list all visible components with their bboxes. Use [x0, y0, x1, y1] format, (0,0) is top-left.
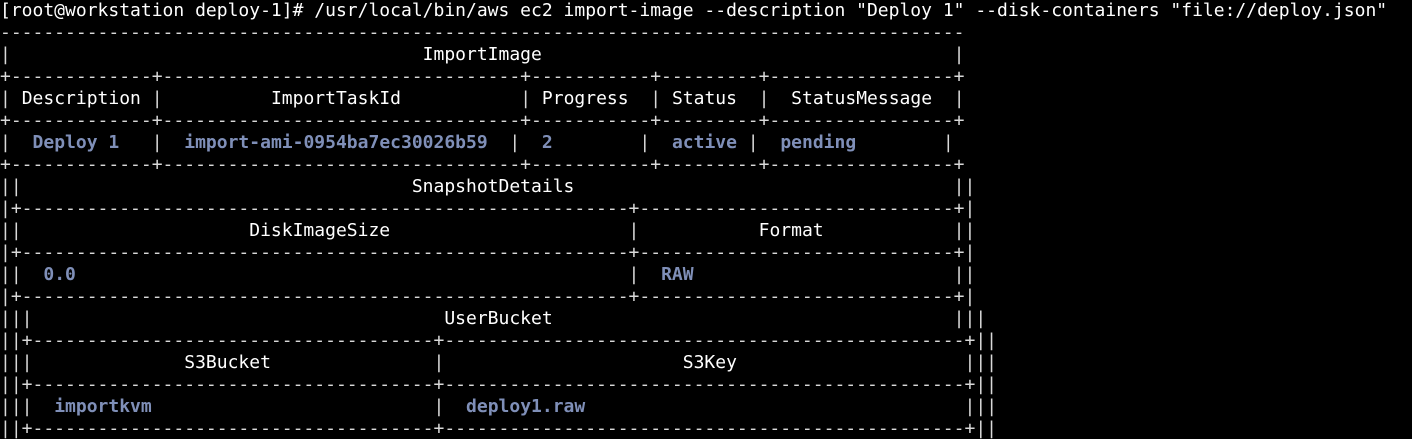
header-disk-image-size: DiskImageSize [249, 220, 391, 241]
user-bucket-title: UserBucket [444, 308, 553, 329]
table-border: +-------------+-------------------------… [0, 154, 965, 175]
header-description: Description [21, 88, 141, 109]
import-image-title: ImportImage [422, 44, 542, 65]
import-task-id-value: import-ami-0954ba7ec30026b59 [184, 132, 488, 153]
table-border: +-------------+-------------------------… [0, 110, 965, 131]
s3-key-value: deploy1.raw [466, 396, 586, 417]
status-value: active [671, 132, 737, 153]
header-import-task-id: ImportTaskId [270, 88, 401, 109]
command-line: [root@workstation deploy-1]# /usr/local/… [0, 0, 1412, 22]
aws-command: /usr/local/bin/aws ec2 import-image --de… [314, 0, 1388, 21]
header-s3-bucket: S3Bucket [184, 352, 271, 373]
table-border: |+--------------------------------------… [0, 242, 976, 263]
snapshot-details-title: SnapshotDetails [411, 176, 575, 197]
header-status: Status [671, 88, 737, 109]
import-image-value-row: | Deploy 1 | import-ami-0954ba7ec30026b5… [0, 132, 954, 153]
table-border: |+--------------------------------------… [0, 286, 976, 307]
user-bucket-value-row: ||| importkvm | deploy1.raw ||| [0, 396, 998, 417]
header-status-message: StatusMessage [791, 88, 933, 109]
snapshot-details-value-row: || 0.0 | RAW || [0, 264, 976, 285]
import-image-header-row: | Description | ImportTaskId | Progress … [0, 88, 965, 109]
format-value: RAW [661, 264, 694, 285]
user-bucket-header-row: ||| S3Bucket | S3Key ||| [0, 352, 998, 373]
table-border: ----------------------------------------… [0, 22, 965, 43]
user-bucket-title-row: ||| UserBucket ||| [0, 308, 987, 329]
terminal-window[interactable]: [root@workstation deploy-1]# /usr/local/… [0, 0, 1412, 439]
header-format: Format [758, 220, 824, 241]
table-border: ||+-------------------------------------… [0, 374, 997, 395]
snapshot-details-header-row: || DiskImageSize | Format || [0, 220, 976, 241]
header-progress: Progress [541, 88, 629, 109]
snapshot-details-title-row: || SnapshotDetails || [0, 176, 976, 197]
shell-prompt: [root@workstation deploy-1]# [0, 0, 315, 21]
table-border: +-------------+-------------------------… [0, 66, 965, 87]
table-border: |+--------------------------------------… [0, 198, 976, 219]
import-image-title-row: | ImportImage | [0, 44, 965, 65]
s3-bucket-value: importkvm [54, 396, 152, 417]
header-s3-key: S3Key [682, 352, 737, 373]
status-message-value: pending [780, 132, 857, 153]
table-border: ||+-------------------------------------… [0, 418, 997, 439]
table-border: ||+-------------------------------------… [0, 330, 997, 351]
disk-image-size-value: 0.0 [43, 264, 76, 285]
description-value: Deploy 1 [32, 132, 120, 153]
progress-value: 2 [541, 132, 553, 153]
